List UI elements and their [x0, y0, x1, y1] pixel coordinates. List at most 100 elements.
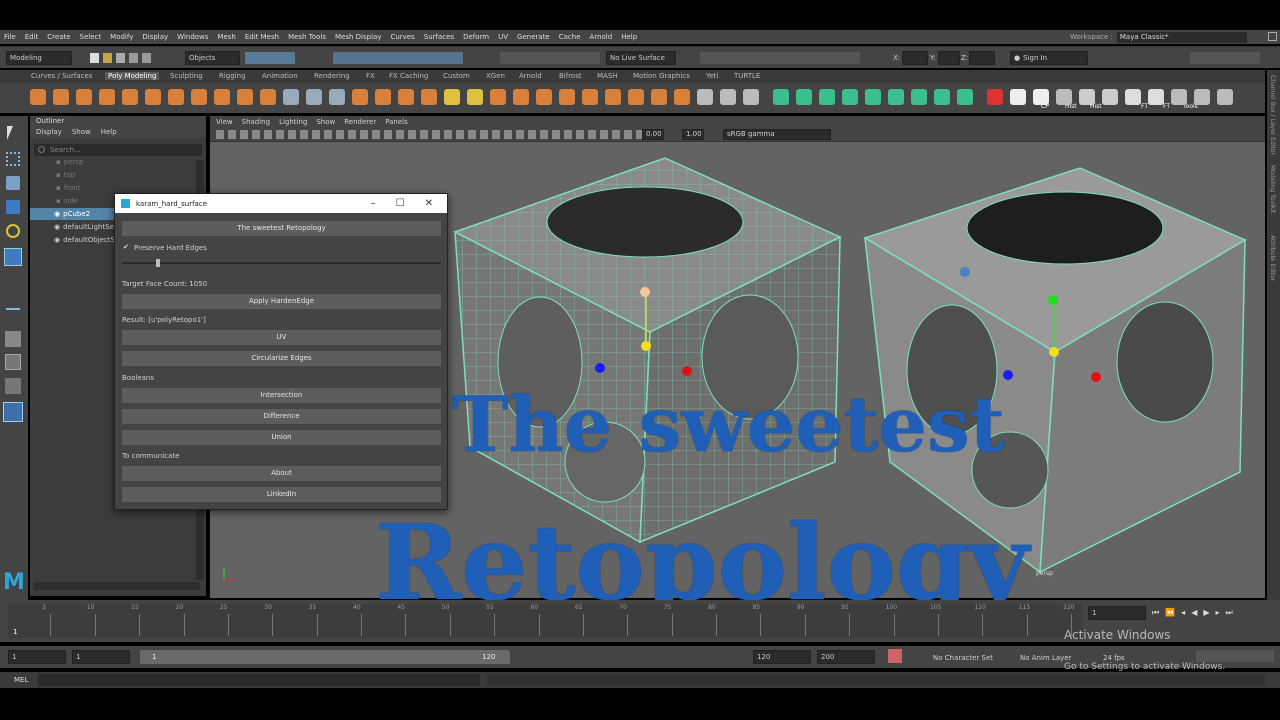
shelf-tool-icon[interactable] [934, 89, 950, 105]
play-back-icon[interactable]: ◀ [1191, 608, 1197, 618]
shelf-tool-icon[interactable] [444, 89, 460, 105]
menu-mesh-display[interactable]: Mesh Display [335, 33, 381, 41]
circularize-edges-button[interactable]: Circularize Edges [122, 351, 441, 366]
retopology-button[interactable]: The sweetest Retopology [122, 221, 441, 236]
shelf-tool-icon[interactable] [191, 89, 207, 105]
step-forward-icon[interactable]: ▸ [1216, 608, 1220, 618]
menu-display[interactable]: Display [142, 33, 168, 41]
step-back-key-icon[interactable]: ⏪ [1165, 608, 1175, 618]
window-restore-icon[interactable] [1268, 32, 1277, 41]
menu-edit[interactable]: Edit [25, 33, 39, 41]
panel-tool-icons[interactable] [216, 130, 646, 139]
shelf-tab-yeti[interactable]: Yeti [706, 72, 718, 80]
panel-menu-lighting[interactable]: Lighting [279, 118, 307, 126]
shelf-tab-custom[interactable]: Custom [443, 72, 470, 80]
sign-in-button[interactable]: ● Sign In [1010, 51, 1088, 65]
shelf-tool-icon[interactable] [237, 89, 253, 105]
shelf-tool-icon[interactable] [865, 89, 881, 105]
shelf-tool-icon[interactable] [888, 89, 904, 105]
shelf-tool-icon[interactable] [605, 89, 621, 105]
shelf-tool-icon[interactable] [1125, 89, 1141, 105]
menu-help[interactable]: Help [621, 33, 637, 41]
menu-surfaces[interactable]: Surfaces [424, 33, 454, 41]
panel-menu-renderer[interactable]: Renderer [344, 118, 376, 126]
single-view-icon[interactable] [5, 331, 21, 347]
shelf-tab-sculpting[interactable]: Sculpting [170, 72, 203, 80]
shelf-tool-icon[interactable] [957, 89, 973, 105]
command-input[interactable] [38, 674, 480, 686]
shelf-tool-icon[interactable] [352, 89, 368, 105]
shelf-tool-icon[interactable] [260, 89, 276, 105]
shelf-tool-icon[interactable] [168, 89, 184, 105]
outliner-item[interactable]: ▪ top [30, 169, 196, 181]
shelf-tool-icon[interactable] [283, 89, 299, 105]
shelf-tool-icon[interactable] [674, 89, 690, 105]
shelf-tool-icon[interactable] [1056, 89, 1072, 105]
shelf-tool-icon[interactable] [651, 89, 667, 105]
two-view-icon[interactable] [5, 378, 21, 394]
shelf-tool-icon[interactable] [628, 89, 644, 105]
shelf-tool-icon[interactable] [842, 89, 858, 105]
gamma-field[interactable]: 1.00 [682, 129, 704, 140]
outliner-search-input[interactable]: Search... [34, 144, 202, 156]
playback-end-field[interactable]: 120 [753, 650, 811, 664]
shelf-tool-icon[interactable] [987, 89, 1003, 105]
colorspace-dropdown[interactable]: sRGB gamma [723, 129, 831, 140]
shelf-tool-icon[interactable] [796, 89, 812, 105]
shelf-tool-icon[interactable] [53, 89, 69, 105]
shelf-tab-curves-surfaces[interactable]: Curves / Surfaces [31, 72, 92, 80]
lasso-tool-icon[interactable] [6, 152, 20, 166]
outliner-layout-icon[interactable] [3, 402, 23, 422]
auto-key-icon[interactable] [888, 649, 902, 663]
menu-file[interactable]: File [4, 33, 16, 41]
shelf-tool-icon[interactable] [76, 89, 92, 105]
shelf-tab-mash[interactable]: MASH [597, 72, 618, 80]
step-back-icon[interactable]: ◂ [1181, 608, 1185, 618]
shelf-tab-xgen[interactable]: XGen [486, 72, 505, 80]
shelf-tool-icon[interactable] [697, 89, 713, 105]
shelf-tab-poly-modeling[interactable]: Poly Modeling [105, 72, 160, 80]
anim-layer-dropdown[interactable]: No Anim Layer [1020, 654, 1071, 662]
shelf-tab-bifrost[interactable]: Bifrost [559, 72, 582, 80]
shelf-tool-icon[interactable] [720, 89, 736, 105]
outliner-hscrollbar[interactable] [34, 582, 200, 590]
select-tool-icon[interactable] [7, 126, 13, 140]
workspace-selector[interactable]: Workspace : Maya Classic* [1070, 30, 1265, 44]
apply-harden-edge-button[interactable]: Apply HardenEdge [122, 294, 441, 309]
shelf-tool-icon[interactable] [582, 89, 598, 105]
selection-mask-icons[interactable] [245, 52, 295, 64]
shelf-tool-icon[interactable] [911, 89, 927, 105]
current-frame-field[interactable]: 1 [1088, 606, 1146, 620]
menu-set-dropdown[interactable]: Modeling [6, 51, 72, 65]
open-scene-icon[interactable] [103, 53, 112, 63]
shelf-tool-icon[interactable] [819, 89, 835, 105]
shelf-tool-icon[interactable] [513, 89, 529, 105]
shelf-tool-icon[interactable] [1217, 89, 1233, 105]
menu-windows[interactable]: Windows [177, 33, 208, 41]
selection-mode-dropdown[interactable]: Objects [185, 51, 240, 65]
retopo-cube-left[interactable] [453, 157, 842, 544]
shelf-tab-rendering[interactable]: Rendering [314, 72, 350, 80]
prefs-icons[interactable] [1196, 650, 1274, 662]
shelf-tool-icon[interactable] [1171, 89, 1187, 105]
menu-modify[interactable]: Modify [110, 33, 133, 41]
menu-mesh[interactable]: Mesh [217, 33, 235, 41]
shelf-tool-icon[interactable] [1010, 89, 1026, 105]
menu-edit-mesh[interactable]: Edit Mesh [245, 33, 279, 41]
snap-tools-icons[interactable] [333, 52, 463, 64]
about-button[interactable]: About [122, 466, 441, 481]
shelf-tool-icon[interactable] [375, 89, 391, 105]
shelf-tool-icon[interactable] [1148, 89, 1164, 105]
shelf-tool-icon[interactable] [490, 89, 506, 105]
shelf-tab-turtle[interactable]: TURTLE [734, 72, 760, 80]
play-forward-icon[interactable]: ▶ [1203, 608, 1209, 618]
render-tools-icons[interactable] [700, 52, 860, 64]
panel-menu-view[interactable]: View [216, 118, 233, 126]
shelf-tab-rigging[interactable]: Rigging [219, 72, 246, 80]
shelf-tool-icon[interactable] [306, 89, 322, 105]
uv-button[interactable]: UV [122, 330, 441, 345]
range-slider[interactable]: 1 120 [140, 650, 510, 664]
undo-icon[interactable] [129, 53, 138, 63]
shelf-tool-icon[interactable] [743, 89, 759, 105]
preserve-hard-edges-checkbox[interactable]: ✔ [123, 244, 130, 251]
